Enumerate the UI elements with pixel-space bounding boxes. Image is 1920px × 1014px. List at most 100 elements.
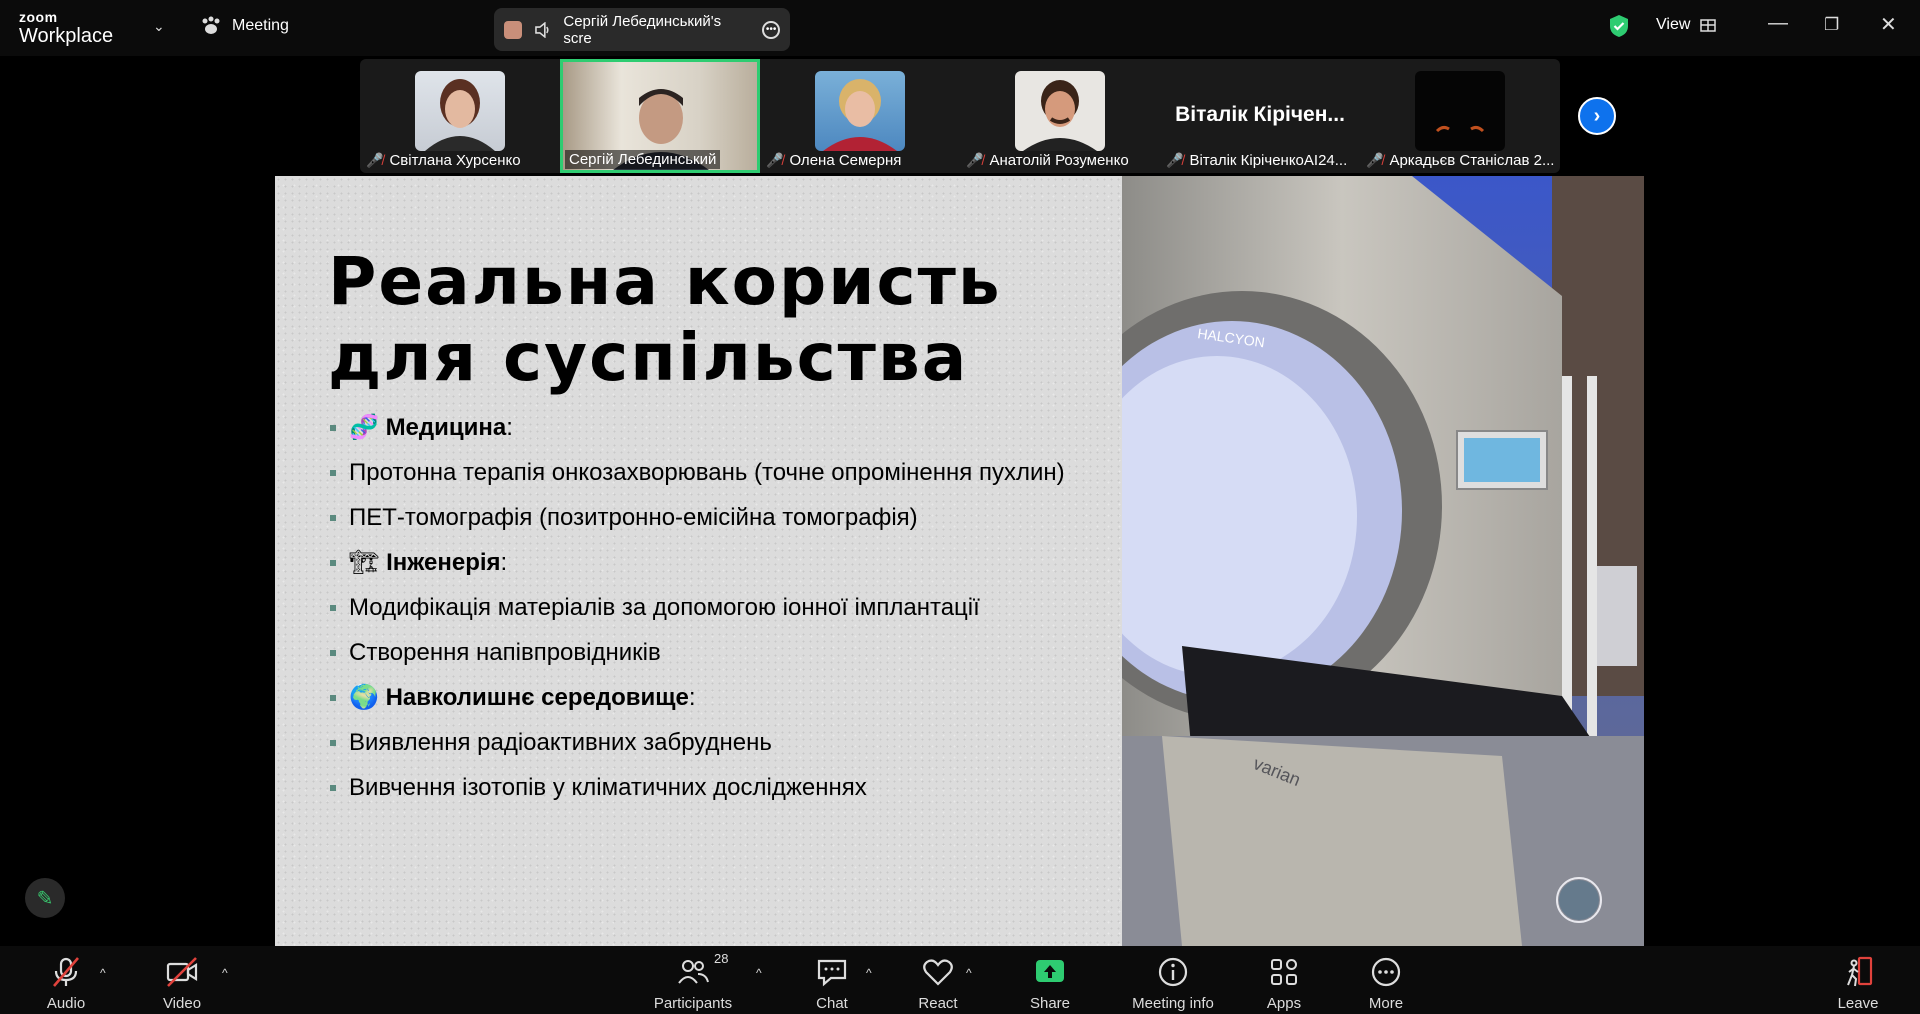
meeting-info-label: Meeting info: [1132, 995, 1214, 1012]
participant-name: Анатолій Розуменко: [989, 152, 1129, 169]
view-label: View: [1656, 16, 1691, 33]
mic-muted-icon: 🎤̸: [366, 152, 384, 168]
title-bar: zoom Workplace ⌄ Meeting Сергій Лебединс…: [0, 0, 1920, 56]
minimize-icon[interactable]: —: [1768, 12, 1788, 35]
encryption-shield-icon[interactable]: [1608, 14, 1630, 38]
slide-title-line: Реальна користь: [328, 243, 1002, 320]
participant-nameplate: 🎤̸ Віталік КірічeнкоAI24...: [1166, 152, 1347, 169]
more-icon: [1371, 957, 1401, 987]
apps-icon: [1271, 959, 1297, 985]
participant-avatar: [1015, 71, 1105, 151]
leave-button[interactable]: Leave: [1826, 946, 1890, 1014]
participants-icon: [678, 960, 709, 984]
grid-icon: [1700, 19, 1717, 32]
logo-bottom: Workplace: [19, 25, 114, 47]
slide-bullet: Створення напівпровідників: [328, 639, 1088, 666]
logo-top: zoom: [19, 9, 58, 25]
react-label: React: [918, 995, 958, 1012]
shared-slide: Реальна користь для суспільства 🧬 Медици…: [275, 176, 1122, 946]
slide-title-line: для суспільства: [328, 319, 969, 396]
leave-icon: [1847, 956, 1873, 987]
construction-icon: 🏗: [349, 549, 380, 576]
view-button[interactable]: View: [1656, 16, 1717, 34]
apps-label: Apps: [1266, 995, 1302, 1012]
audio-button[interactable]: Audio: [36, 946, 96, 1014]
chat-icon: [817, 959, 847, 987]
participants-button[interactable]: 28 Participants: [650, 946, 736, 1014]
chat-label: Chat: [816, 995, 848, 1012]
react-caret-icon[interactable]: ^: [966, 966, 972, 980]
globe-icon: 🌍: [349, 684, 379, 711]
slide-bullet: 🏗 Інженерія:: [328, 549, 1088, 576]
dna-icon: 🧬: [349, 414, 379, 441]
participant-name: Олена Семерня: [789, 152, 902, 169]
chat-caret-icon[interactable]: ^: [866, 966, 872, 980]
share-text: Сергій Лебединський's scre: [563, 12, 722, 47]
participants-icon-wrap: 28: [676, 951, 728, 989]
bullet-text: :: [506, 414, 513, 441]
audio-options-caret-icon[interactable]: ^: [100, 966, 106, 980]
screen-share-indicator[interactable]: Сергій Лебединський's scre •••: [494, 8, 790, 51]
heart-icon: [923, 959, 953, 986]
bullet-text: Вивчення ізотопів у кліматичних дослідже…: [349, 774, 867, 801]
participant-name: Сергій Лебединський: [569, 151, 717, 168]
chevron-right-icon: ›: [1593, 104, 1601, 127]
annotate-pencil-button[interactable]: ✎: [25, 878, 65, 918]
apps-button[interactable]: Apps: [1252, 946, 1316, 1014]
mic-muted-icon: 🎤̸: [766, 152, 784, 168]
restore-icon[interactable]: ❐: [1824, 15, 1839, 35]
participant-tile[interactable]: Віталік Кірічен... 🎤̸ Віталік КірічeнкоAI…: [1160, 59, 1360, 173]
participants-count: 28: [714, 951, 729, 966]
participant-tile[interactable]: 🎤̸ Анатолій Розуменко: [960, 59, 1160, 173]
bullet-text: Модифікація матеріалів за допомогою іонн…: [349, 594, 980, 621]
participant-name: Віталік КірічeнкоAI24...: [1189, 152, 1348, 169]
react-button[interactable]: React: [906, 946, 970, 1014]
meeting-menu[interactable]: Meeting: [200, 16, 289, 36]
participant-avatar: [815, 71, 905, 151]
participant-nameplate: 🎤̸ Аркадьєв Станіслав 2...: [1366, 152, 1554, 169]
paw-icon: [202, 16, 220, 34]
mic-muted-icon: 🎤̸: [1166, 152, 1184, 168]
video-off-icon: [166, 957, 198, 987]
bullet-text: ПЕТ-томографія (позитронно-емісійна томо…: [349, 504, 918, 531]
slide-title: Реальна користь для суспільства: [328, 244, 1088, 396]
share-button[interactable]: Share: [1018, 946, 1082, 1014]
leave-label: Leave: [1837, 995, 1879, 1012]
participant-avatar: [415, 71, 505, 151]
participants-caret-icon[interactable]: ^: [756, 966, 762, 980]
participant-tile[interactable]: 🎤̸ Аркадьєв Станіслав 2...: [1360, 59, 1560, 173]
slide-bullet: Модифікація матеріалів за допомогою іонн…: [328, 594, 1088, 621]
chevron-down-icon[interactable]: ⌄: [153, 18, 165, 35]
more-button[interactable]: More: [1354, 946, 1418, 1014]
sharer-avatar: [504, 20, 522, 39]
bullet-heading: Навколишнє середовище: [385, 684, 689, 711]
participant-nameplate: 🎤̸ Олена Семерня: [766, 152, 901, 169]
info-icon: [1158, 957, 1188, 987]
meeting-info-button[interactable]: Meeting info: [1126, 946, 1220, 1014]
slide-bullet-list: 🧬 Медицина: Протонна терапія онкозахворю…: [328, 414, 1088, 819]
share-screen-icon: [1036, 960, 1064, 982]
next-page-button[interactable]: ›: [1578, 97, 1616, 135]
speaker-icon: [534, 21, 549, 38]
video-options-caret-icon[interactable]: ^: [222, 966, 228, 980]
slide-bullet: 🧬 Медицина:: [328, 414, 1088, 441]
radiotherapy-machine-photo: HALCYON varian: [1122, 176, 1644, 946]
participant-tile-active[interactable]: Сергій Лебединський: [560, 59, 760, 173]
bullet-text: Створення напівпровідників: [349, 639, 661, 666]
participant-tile[interactable]: 🎤̸ Світлана Хурсенко: [360, 59, 560, 173]
close-icon[interactable]: ✕: [1880, 12, 1897, 37]
zoom-logo: zoom Workplace: [19, 10, 113, 46]
bullet-heading: Медицина: [385, 414, 507, 441]
audio-label: Audio: [46, 995, 86, 1012]
chat-button[interactable]: Chat: [800, 946, 864, 1014]
slide-bullet: Протонна терапія онкозахворювань (точне …: [328, 459, 1088, 486]
bullet-text: Протонна терапія онкозахворювань (точне …: [349, 459, 1065, 486]
participant-nameplate: 🎤̸ Світлана Хурсенко: [366, 152, 521, 169]
participant-tile[interactable]: 🎤̸ Олена Семерня: [760, 59, 960, 173]
more-label: More: [1368, 995, 1404, 1012]
pencil-icon: ✎: [36, 887, 54, 910]
video-button[interactable]: Video: [152, 946, 212, 1014]
more-options-icon[interactable]: •••: [762, 20, 781, 39]
mic-muted-icon: [53, 957, 79, 987]
meeting-label: Meeting: [232, 17, 289, 34]
